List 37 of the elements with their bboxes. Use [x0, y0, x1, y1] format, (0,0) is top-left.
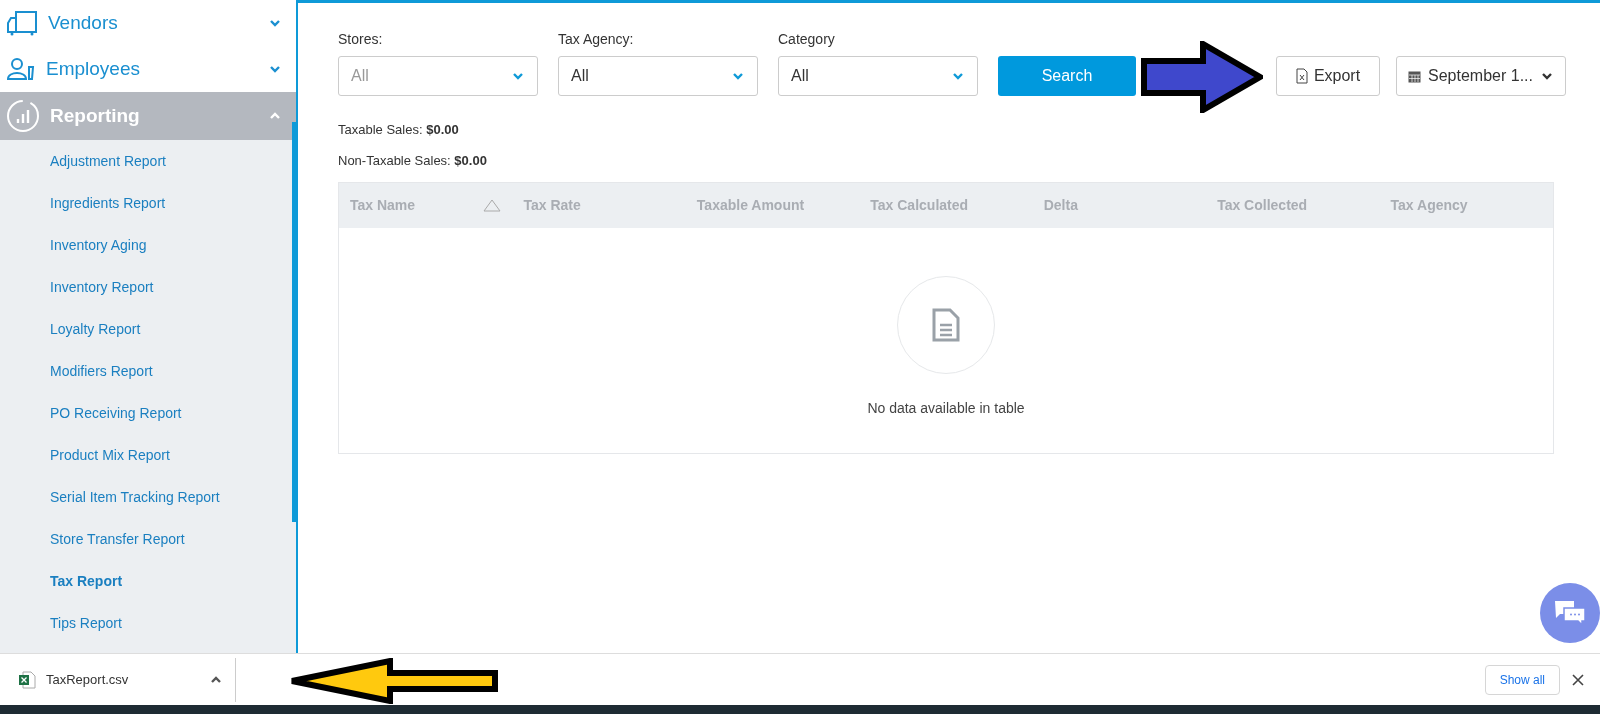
empty-message: No data available in table — [867, 399, 1025, 418]
search-button[interactable]: Search — [998, 56, 1136, 96]
scrollbar[interactable] — [292, 122, 298, 522]
column-header[interactable]: Tax Name — [350, 195, 416, 216]
spreadsheet-file-icon — [18, 670, 36, 689]
sidebar-group[interactable]: Vendors — [0, 0, 296, 46]
filter-select[interactable]: All — [778, 56, 978, 96]
show-all-button[interactable]: Show all — [1484, 664, 1560, 695]
filter-select[interactable]: All — [558, 56, 758, 96]
sidebar-group-label: Employees — [46, 56, 141, 81]
summary-text: Taxable Sales: $0.00 — [338, 121, 460, 139]
sidebar-group[interactable]: Reporting — [0, 92, 296, 140]
truck-icon — [6, 10, 38, 36]
column-header[interactable]: Tax Collected — [1217, 195, 1308, 216]
summary-text: Non-Taxable Sales: $0.00 — [338, 151, 488, 170]
chat-button[interactable] — [1540, 583, 1600, 643]
calendar-icon — [1408, 69, 1421, 83]
download-item[interactable]: TaxReport.csv — [0, 657, 236, 702]
column-header[interactable]: Taxable Amount — [696, 195, 805, 216]
column-header[interactable]: Tax Rate — [523, 195, 581, 216]
filter-label: Tax Agency: — [558, 30, 635, 49]
filter-label: Stores: — [338, 30, 384, 49]
sidebar-group-label: Vendors — [48, 10, 119, 35]
column-header[interactable]: Tax Agency — [1390, 195, 1468, 216]
export-button[interactable]: Export — [1276, 56, 1380, 96]
sidebar-group[interactable]: Employees — [0, 46, 296, 92]
user-icon — [6, 57, 36, 81]
sort-icon[interactable] — [483, 199, 502, 212]
sidebar-group-label: Reporting — [50, 103, 141, 128]
filter-label: Category — [778, 30, 836, 49]
column-header[interactable]: Delta — [1043, 195, 1078, 216]
chat-icon — [1554, 600, 1586, 626]
spreadsheet-file-icon — [1295, 68, 1308, 84]
column-header[interactable]: Tax Calculated — [870, 195, 969, 216]
chart-icon — [6, 99, 40, 133]
close-icon[interactable] — [1572, 673, 1584, 686]
date-range-dropdown[interactable]: September 1... — [1396, 56, 1566, 96]
